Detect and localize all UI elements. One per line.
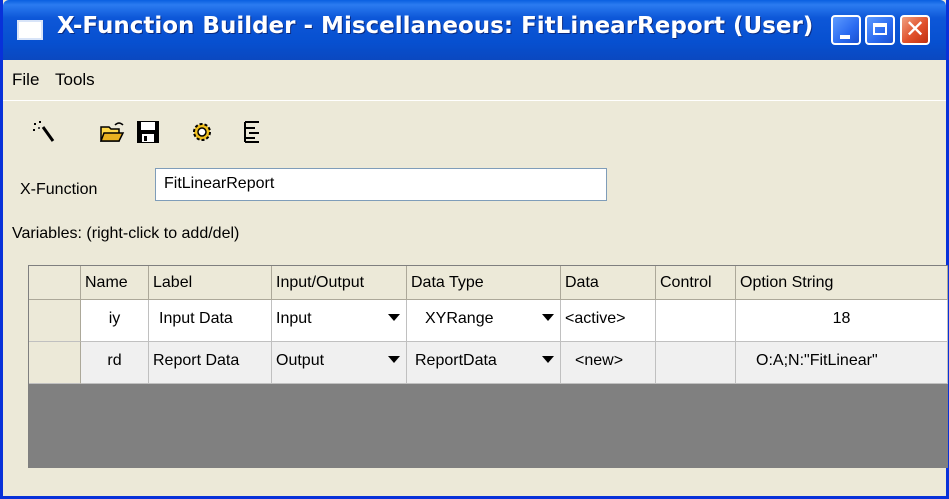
cell-datatype-dropdown[interactable]: XYRange bbox=[407, 300, 561, 342]
cell-io-value: Output bbox=[276, 352, 325, 369]
col-header-data[interactable]: Data bbox=[561, 266, 656, 300]
window-title: X-Function Builder - Miscellaneous: FitL… bbox=[57, 13, 814, 39]
cell-data[interactable]: <new> bbox=[561, 342, 656, 384]
xfunction-builder-window: X-Function Builder - Miscellaneous: FitL… bbox=[0, 0, 949, 499]
chevron-down-icon[interactable] bbox=[388, 356, 400, 363]
toolbar bbox=[3, 100, 946, 161]
chevron-down-icon[interactable] bbox=[542, 356, 554, 363]
cell-option-string[interactable]: 18 bbox=[736, 300, 948, 342]
close-icon: ✕ bbox=[904, 15, 926, 43]
col-header-label[interactable]: Label bbox=[149, 266, 272, 300]
grid-header-row: Name Label Input/Output Data Type Data C… bbox=[29, 266, 948, 300]
cell-datatype-value: XYRange bbox=[425, 310, 494, 327]
corner-cell bbox=[29, 266, 81, 300]
xfunction-label: X-Function bbox=[20, 181, 98, 198]
chevron-down-icon[interactable] bbox=[542, 314, 554, 321]
col-header-option-string[interactable]: Option String bbox=[736, 266, 948, 300]
minimize-button[interactable] bbox=[831, 15, 861, 45]
cell-io-dropdown[interactable]: Output bbox=[272, 342, 407, 384]
open-folder-icon[interactable] bbox=[99, 119, 125, 145]
variables-grid[interactable]: Name Label Input/Output Data Type Data C… bbox=[28, 265, 948, 468]
cell-data[interactable]: <active> bbox=[561, 300, 656, 342]
minimize-icon bbox=[840, 35, 850, 39]
maximize-button[interactable] bbox=[865, 15, 895, 45]
cell-datatype-dropdown[interactable]: ReportData bbox=[407, 342, 561, 384]
row-header[interactable] bbox=[29, 342, 81, 384]
save-icon[interactable] bbox=[135, 119, 161, 145]
cell-io-dropdown[interactable]: Input bbox=[272, 300, 407, 342]
menu-tools[interactable]: Tools bbox=[55, 70, 95, 90]
col-header-control[interactable]: Control bbox=[656, 266, 736, 300]
cell-label[interactable]: Report Data bbox=[149, 342, 272, 384]
gear-icon[interactable] bbox=[189, 119, 215, 145]
cell-label[interactable]: Input Data bbox=[149, 300, 272, 342]
cell-control[interactable] bbox=[656, 342, 736, 384]
table-row[interactable]: iy Input Data Input XYRange <active> 18 bbox=[29, 300, 948, 342]
cell-io-value: Input bbox=[276, 310, 312, 327]
col-header-io[interactable]: Input/Output bbox=[272, 266, 407, 300]
chevron-down-icon[interactable] bbox=[388, 314, 400, 321]
maximize-icon bbox=[873, 23, 887, 35]
table-row[interactable]: rd Report Data Output ReportData <new> O… bbox=[29, 342, 948, 384]
window-icon bbox=[17, 20, 43, 40]
col-header-datatype[interactable]: Data Type bbox=[407, 266, 561, 300]
col-header-name[interactable]: Name bbox=[81, 266, 149, 300]
title-bar[interactable]: X-Function Builder - Miscellaneous: FitL… bbox=[3, 0, 946, 60]
tree-view-icon[interactable] bbox=[239, 119, 265, 145]
row-header[interactable] bbox=[29, 300, 81, 342]
xfunction-name-input[interactable]: FitLinearReport bbox=[155, 168, 607, 201]
variables-label: Variables: (right-click to add/del) bbox=[12, 225, 240, 242]
cell-control[interactable] bbox=[656, 300, 736, 342]
grid-empty-area bbox=[29, 384, 948, 468]
cell-option-string[interactable]: O:A;N:"FitLinear" bbox=[736, 342, 948, 384]
menu-bar: File Tools bbox=[3, 62, 946, 96]
menu-file[interactable]: File bbox=[12, 70, 39, 90]
close-button[interactable]: ✕ bbox=[900, 15, 930, 45]
cell-name[interactable]: iy bbox=[81, 300, 149, 342]
cell-name[interactable]: rd bbox=[81, 342, 149, 384]
cell-datatype-value: ReportData bbox=[415, 352, 497, 369]
wizard-wand-icon[interactable] bbox=[31, 119, 57, 145]
